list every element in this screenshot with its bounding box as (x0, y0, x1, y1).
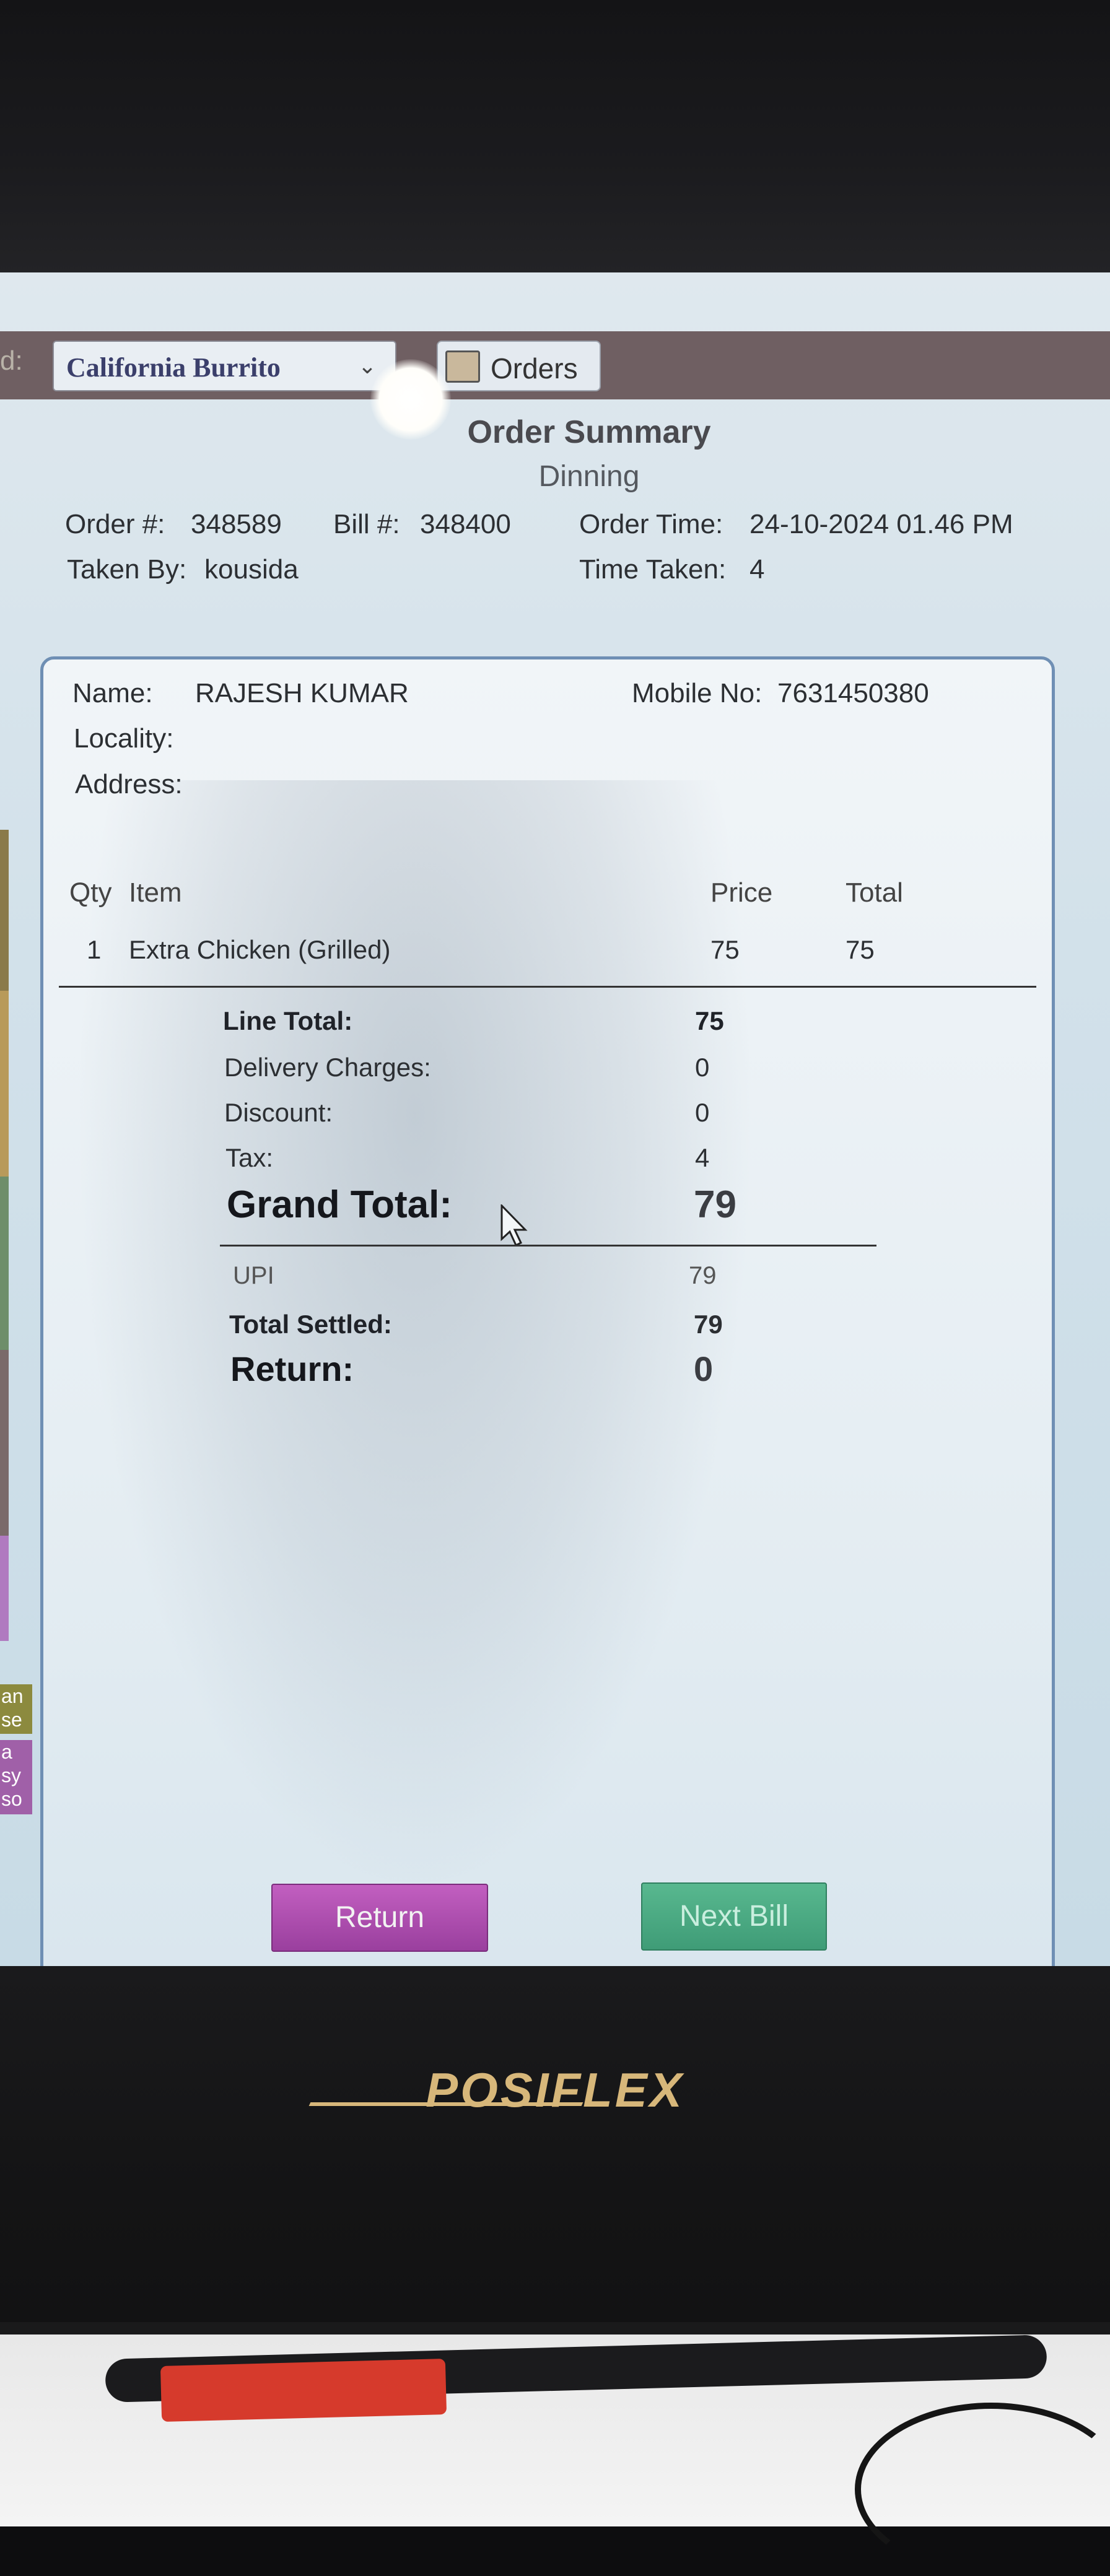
return-button[interactable]: Return (271, 1884, 488, 1952)
monitor-bezel-top (0, 0, 1110, 272)
mobile-label: Mobile No: (632, 678, 763, 708)
discount: 0 (695, 1098, 710, 1127)
side-tag-text: an (1, 1685, 24, 1707)
side-category-strip (0, 1536, 9, 1641)
items-divider (59, 986, 1036, 988)
side-tag-text: a (1, 1741, 12, 1763)
line-total: 75 (695, 1006, 724, 1035)
order-time-label: Order Time: (579, 509, 723, 539)
side-category-tag[interactable]: a sy so (0, 1740, 32, 1814)
row-qty: 1 (87, 935, 102, 964)
return-amount: 0 (694, 1349, 714, 1388)
discount-label: Discount: (224, 1098, 333, 1127)
order-time: 24-10-2024 01.46 PM (749, 509, 1013, 539)
orders-button-label: Orders (491, 352, 578, 385)
pen-grip (160, 2358, 447, 2422)
column-header-qty: Qty (69, 877, 112, 908)
bill-number: 348400 (420, 509, 511, 539)
orders-button[interactable]: Orders (437, 341, 601, 391)
row-price: 75 (710, 935, 740, 964)
side-category-tag[interactable]: an se (0, 1684, 32, 1734)
payment-amount: 79 (689, 1262, 717, 1289)
side-tag-text: so (1, 1788, 22, 1810)
bill-number-label: Bill #: (333, 509, 400, 539)
brand-logo-swoosh (308, 2102, 583, 2106)
page-title: Order Summary (467, 414, 711, 450)
time-taken: 4 (749, 554, 765, 585)
locality-label: Locality: (74, 723, 174, 754)
tax: 4 (695, 1143, 710, 1172)
row-total: 75 (846, 935, 875, 964)
brand-logo: POSIFLEX (426, 2063, 684, 2117)
cable (855, 2403, 1110, 2576)
column-header-item: Item (129, 877, 182, 908)
chevron-down-icon: ⌄ (357, 353, 377, 378)
next-bill-button[interactable]: Next Bill (641, 1882, 827, 1951)
customer-name: RAJESH KUMAR (195, 678, 409, 708)
orders-icon (445, 350, 480, 383)
address-label: Address: (75, 769, 183, 799)
grand-total-label: Grand Total: (227, 1183, 452, 1226)
taken-by-label: Taken By: (67, 554, 187, 585)
store-select[interactable]: California Burrito ⌄ (53, 341, 396, 391)
pos-screen: d: California Burrito ⌄ Orders Order Sum… (0, 272, 1110, 1966)
column-header-price: Price (710, 877, 773, 908)
total-settled: 79 (694, 1310, 723, 1339)
column-header-total: Total (846, 877, 903, 908)
side-category-strip (0, 1350, 9, 1536)
total-settled-label: Total Settled: (229, 1310, 392, 1339)
delivery-charges-label: Delivery Charges: (224, 1053, 431, 1082)
mobile-number: 7631450380 (777, 678, 929, 708)
delivery-charges: 0 (695, 1053, 710, 1082)
payment-method: UPI (233, 1262, 274, 1289)
totals-divider (220, 1245, 876, 1247)
row-item: Extra Chicken (Grilled) (129, 935, 391, 964)
side-category-strip (0, 1177, 9, 1350)
toolbar-label-fragment: d: (0, 346, 23, 376)
line-total-label: Line Total: (223, 1006, 353, 1035)
side-tag-text: sy (1, 1764, 21, 1786)
store-select-value: California Burrito (66, 352, 281, 383)
order-type: Dinning (538, 460, 640, 493)
time-taken-label: Time Taken: (579, 554, 727, 585)
side-category-strip (0, 991, 9, 1177)
return-label: Return: (230, 1349, 354, 1388)
customer-name-label: Name: (72, 678, 153, 708)
side-category-strip (0, 830, 9, 991)
order-number: 348589 (191, 509, 282, 539)
order-number-label: Order #: (65, 509, 165, 539)
taken-by: kousida (204, 554, 299, 585)
grand-total: 79 (694, 1183, 736, 1226)
mouse-cursor-icon (500, 1203, 530, 1251)
side-tag-text: se (1, 1708, 22, 1731)
tax-label: Tax: (225, 1143, 274, 1172)
